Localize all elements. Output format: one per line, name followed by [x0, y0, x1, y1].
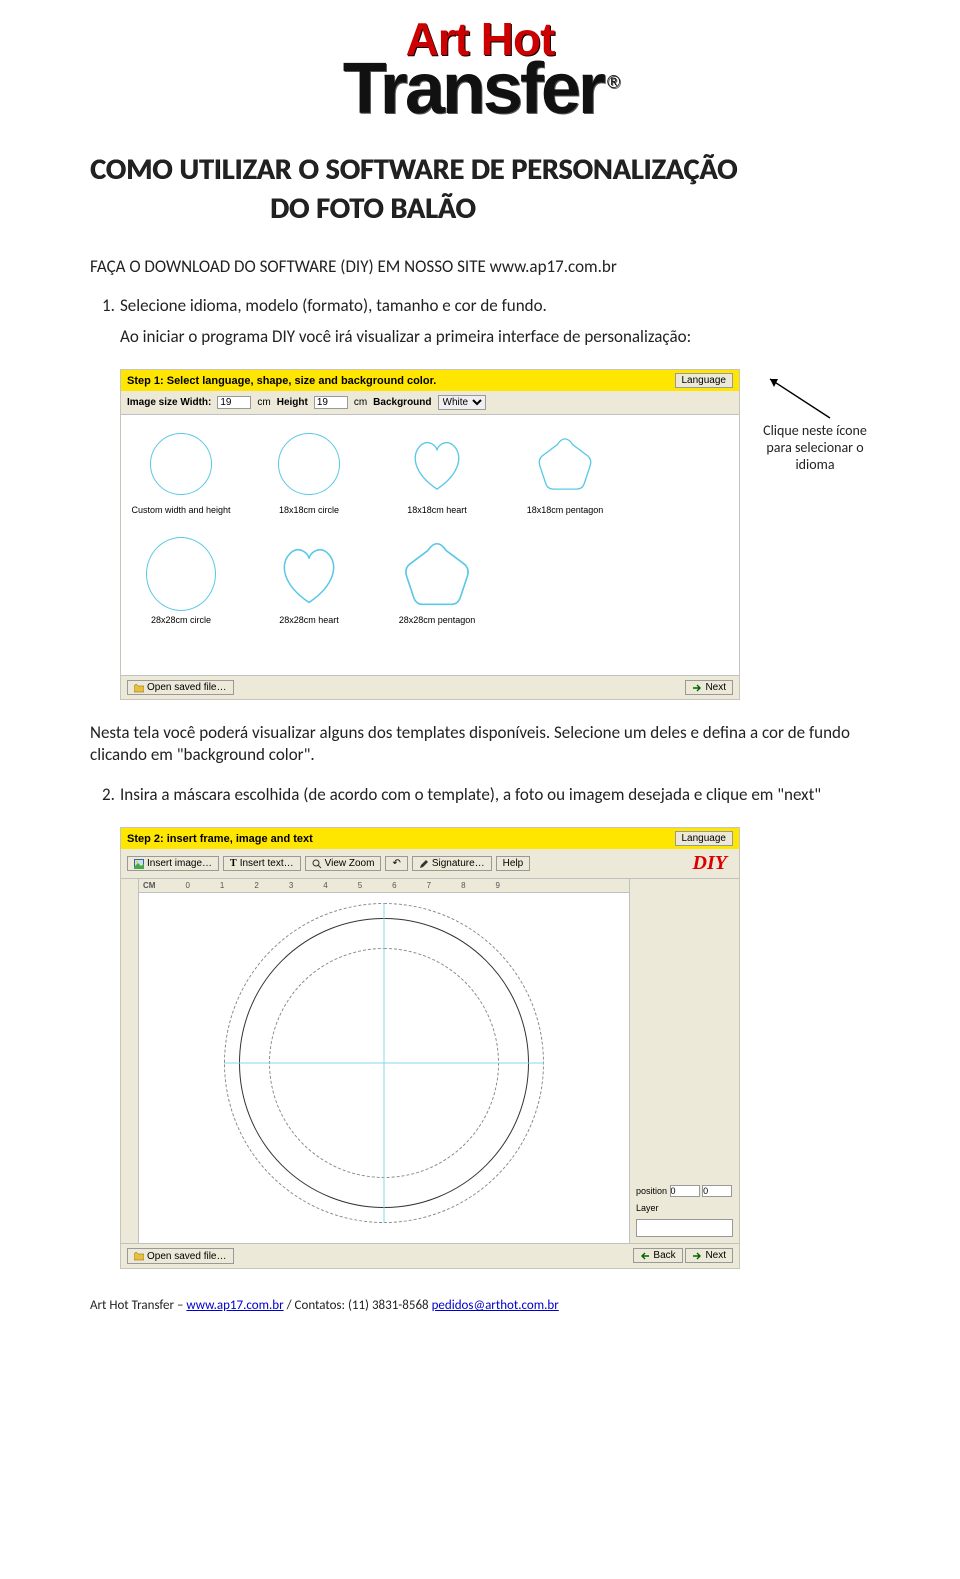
page-footer: Art Hot Transfer – www.ap17.com.br / Con…	[90, 1291, 870, 1313]
language-button[interactable]: Language	[675, 831, 734, 846]
arrow-right-icon	[692, 1251, 702, 1261]
shape-label: 18x18cm circle	[279, 505, 339, 515]
position-y-input[interactable]	[702, 1185, 732, 1197]
ruler-mark: 5	[358, 881, 362, 890]
ss1-step-label: Step 1: Select language, shape, size and…	[127, 375, 436, 387]
background-select[interactable]: White	[438, 395, 486, 410]
guide-horizontal	[224, 1063, 544, 1064]
ruler-unit: CM	[143, 881, 155, 890]
view-zoom-button[interactable]: View Zoom	[305, 856, 382, 871]
ss1-width-label: Image size Width:	[127, 397, 211, 408]
step-2: 2.Insira a máscara escolhida (de acordo …	[90, 784, 870, 805]
ss2-step-label: Step 2: insert frame, image and text	[127, 833, 313, 845]
design-canvas[interactable]	[139, 893, 629, 1233]
position-x-input[interactable]	[670, 1185, 700, 1197]
shape-label: 28x28cm pentagon	[399, 615, 476, 625]
ruler-mark: 1	[220, 881, 224, 890]
step-1-text: Selecione idioma, modelo (formato), tama…	[120, 295, 547, 316]
folder-open-icon	[134, 1251, 144, 1261]
next-button[interactable]: Next	[685, 680, 733, 695]
ruler-mark: 9	[496, 881, 500, 890]
footer-brand: Art Hot Transfer –	[90, 1298, 186, 1313]
shape-custom[interactable]: Custom width and height	[131, 429, 231, 515]
footer-contact: / Contatos: (11) 3831-8568	[284, 1298, 432, 1313]
shape-18-circle[interactable]: 18x18cm circle	[259, 429, 359, 515]
back-button[interactable]: Back	[633, 1248, 682, 1263]
shape-label: Custom width and height	[131, 505, 230, 515]
shape-label: 18x18cm pentagon	[527, 505, 604, 515]
ruler-horizontal: CM 0 1 2 3 4 5 6 7 8 9	[139, 879, 629, 893]
shape-28-heart[interactable]: 28x28cm heart	[259, 539, 359, 625]
shape-28-pentagon[interactable]: 28x28cm pentagon	[387, 539, 487, 625]
paragraph-templates: Nesta tela você poderá visualizar alguns…	[90, 722, 870, 766]
position-label: position	[636, 1186, 667, 1196]
footer-email-link[interactable]: pedidos@arthot.com.br	[432, 1298, 559, 1313]
open-file-button[interactable]: Open saved file…	[127, 1248, 234, 1264]
open-file-button[interactable]: Open saved file…	[127, 680, 234, 695]
ss1-cm1: cm	[257, 397, 270, 408]
page-title: COMO UTILIZAR O SOFTWARE DE PERSONALIZAÇ…	[90, 150, 870, 228]
ruler-mark: 7	[427, 881, 431, 890]
language-button[interactable]: Language	[675, 373, 734, 388]
shape-label: 18x18cm heart	[407, 505, 467, 515]
insert-image-button[interactable]: Insert image…	[127, 856, 219, 871]
image-icon	[134, 859, 144, 869]
undo-button[interactable]: ↶	[385, 856, 407, 871]
signature-button[interactable]: Signature…	[412, 856, 492, 871]
callout-arrow-icon	[760, 373, 840, 423]
step-2-number: 2.	[90, 784, 120, 805]
callout-text: Clique neste ícone para selecionar o idi…	[750, 423, 880, 473]
width-input[interactable]	[217, 396, 251, 409]
layer-label: Layer	[636, 1203, 659, 1213]
intro-text: FAÇA O DOWNLOAD DO SOFTWARE (DIY) EM NOS…	[90, 256, 870, 277]
shape-28-circle[interactable]: 28x28cm circle	[131, 539, 231, 625]
footer-site-link[interactable]: www.ap17.com.br	[186, 1298, 283, 1313]
brand-logo: Art Hot Transfer®	[90, 20, 870, 120]
shape-18-pentagon[interactable]: 18x18cm pentagon	[515, 429, 615, 515]
ruler-mark: 2	[254, 881, 258, 890]
diy-logo: DIY	[693, 852, 733, 875]
title-line1: COMO UTILIZAR O SOFTWARE DE PERSONALIZAÇ…	[90, 151, 737, 188]
ruler-mark: 8	[461, 881, 465, 890]
shape-18-heart[interactable]: 18x18cm heart	[387, 429, 487, 515]
step-1: 1.Selecione idioma, modelo (formato), ta…	[90, 295, 870, 347]
ss1-height-label: Height	[277, 397, 308, 408]
step-2-text: Insira a máscara escolhida (de acordo co…	[120, 784, 821, 805]
ruler-mark: 4	[323, 881, 327, 890]
shape-label: 28x28cm heart	[279, 615, 339, 625]
shape-label: 28x28cm circle	[151, 615, 211, 625]
ruler-mark: 3	[289, 881, 293, 890]
height-input[interactable]	[314, 396, 348, 409]
step-1-number: 1.	[90, 295, 120, 316]
arrow-right-icon	[692, 683, 702, 693]
layer-list[interactable]	[636, 1219, 733, 1237]
title-line2: DO FOTO BALÃO	[90, 189, 870, 228]
ruler-mark: 6	[392, 881, 396, 890]
template-ring-outer	[224, 903, 544, 1223]
arrow-left-icon	[640, 1251, 650, 1261]
logo-registered: ®	[607, 72, 617, 92]
zoom-icon	[312, 859, 322, 869]
step-1-subtext: Ao iniciar o programa DIY você irá visua…	[120, 326, 870, 347]
ruler-mark: 0	[185, 881, 189, 890]
pen-icon	[419, 859, 429, 869]
ss1-bg-label: Background	[373, 397, 431, 408]
ruler-vertical	[121, 879, 139, 1243]
help-button[interactable]: Help	[496, 856, 531, 871]
logo-line2: Transfer	[343, 49, 603, 129]
next-button[interactable]: Next	[685, 1248, 733, 1263]
insert-text-button[interactable]: TInsert text…	[223, 856, 301, 871]
screenshot-step2: Step 2: insert frame, image and text Lan…	[120, 827, 740, 1269]
folder-open-icon	[134, 683, 144, 693]
screenshot-step1: Step 1: Select language, shape, size and…	[120, 369, 740, 700]
properties-panel: position Layer	[629, 879, 739, 1243]
ss1-cm2: cm	[354, 397, 367, 408]
